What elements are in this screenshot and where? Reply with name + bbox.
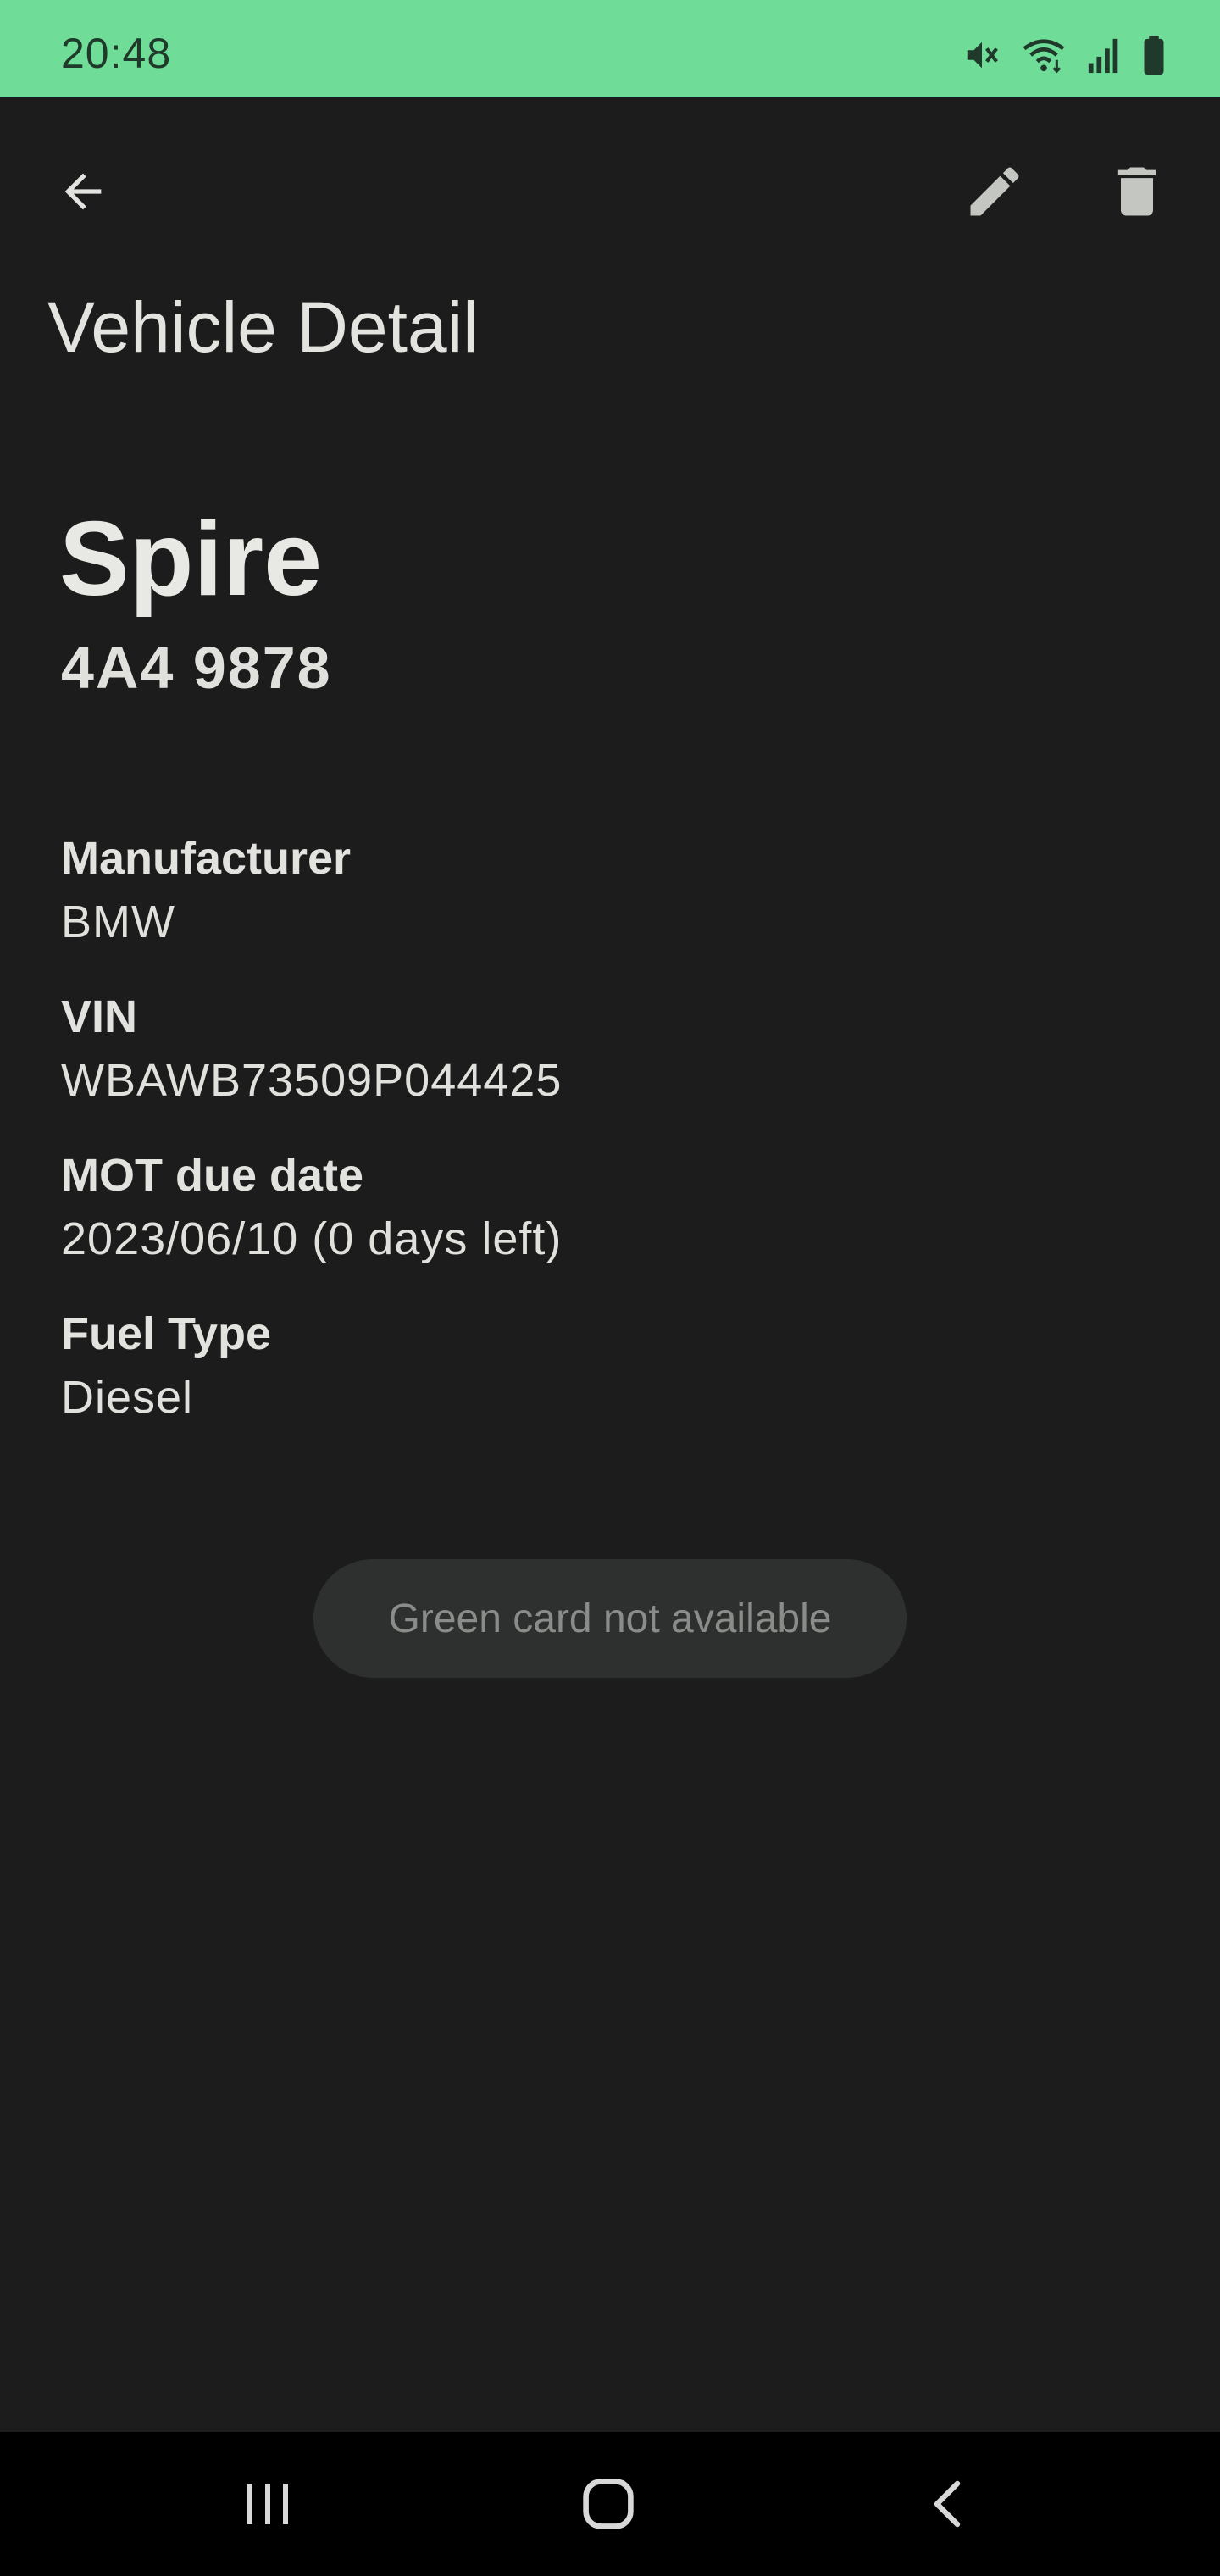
page-title: Vehicle Detail — [47, 287, 479, 367]
signal-icon — [1086, 36, 1123, 75]
back-nav-icon — [934, 2480, 961, 2528]
manufacturer-value: BMW — [61, 897, 175, 947]
recent-apps-icon — [247, 2484, 288, 2524]
vin-value: WBAWB73509P044425 — [61, 1055, 563, 1106]
back-arrow-icon — [64, 173, 102, 210]
delete-trash-icon — [1117, 167, 1156, 216]
battery-icon — [1142, 36, 1166, 75]
status-time: 20:48 — [61, 30, 172, 77]
mot-due-date-value: 2023/06/10 (0 days left) — [61, 1213, 563, 1264]
status-icons — [962, 34, 1166, 76]
system-back-button[interactable] — [881, 2453, 1017, 2555]
home-icon — [583, 2479, 634, 2529]
green-card-button[interactable]: Green card not available — [313, 1559, 907, 1678]
edit-button[interactable] — [944, 141, 1045, 242]
status-bar: 20:48 — [0, 0, 1220, 97]
home-button[interactable] — [541, 2453, 676, 2555]
mot-due-date-label: MOT due date — [61, 1150, 364, 1201]
wifi-icon — [1020, 36, 1068, 75]
recent-apps-button[interactable] — [200, 2453, 336, 2555]
fuel-type-label: Fuel Type — [61, 1308, 272, 1359]
fuel-type-value: Diesel — [61, 1372, 194, 1423]
back-button[interactable] — [32, 141, 134, 242]
vehicle-name: Spire — [59, 501, 323, 618]
delete-button[interactable] — [1086, 141, 1188, 242]
navigation-bar — [0, 2432, 1220, 2576]
vin-label: VIN — [61, 991, 138, 1042]
edit-pencil-icon — [970, 167, 1019, 216]
vehicle-plate: 4A4 9878 — [61, 635, 332, 701]
manufacturer-label: Manufacturer — [61, 833, 352, 884]
mute-icon — [962, 36, 1001, 75]
